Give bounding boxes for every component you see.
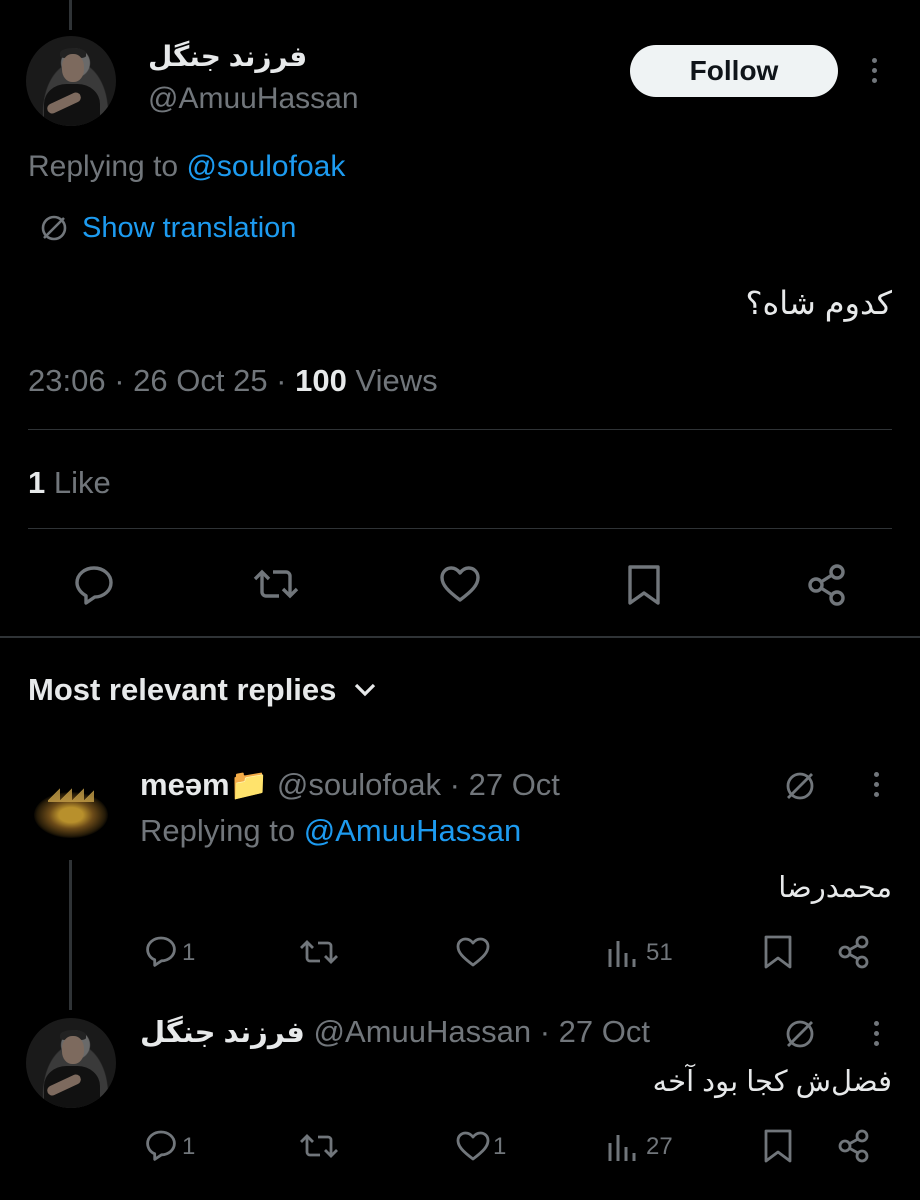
more-icon[interactable]	[874, 772, 882, 802]
author-avatar[interactable]	[26, 36, 116, 126]
reply-text: محمدرضا	[778, 872, 892, 904]
translate-icon	[38, 212, 70, 244]
like-icon[interactable]	[438, 564, 482, 604]
share-icon[interactable]	[804, 562, 850, 608]
reply-text: فضل‌ش کجا بود آخه	[652, 1066, 892, 1098]
replying-prefix: Replying to	[28, 150, 187, 183]
replying-prefix: Replying to	[140, 813, 304, 848]
meta-separator: ·	[267, 363, 296, 398]
replies-sort-label: Most relevant replies	[28, 672, 337, 707]
reply-date[interactable]: 27 Oct	[559, 1014, 650, 1049]
reply-header: meəm📁 @soulofoak · 27 Oct	[140, 766, 560, 803]
retweet-icon[interactable]	[299, 1130, 339, 1162]
follow-button[interactable]: Follow	[630, 45, 838, 97]
show-translation-button[interactable]: Show translation	[38, 211, 296, 245]
views-icon[interactable]	[606, 937, 638, 969]
replying-to-line: Replying to @soulofoak	[28, 150, 345, 184]
tweet-text: کدوم شاه؟	[745, 285, 893, 321]
reply-count: 1	[182, 939, 196, 966]
tweet-meta: 23:06 · 26 Oct 25 · 100 Views	[28, 363, 438, 399]
share-icon[interactable]	[836, 934, 872, 970]
translate-icon[interactable]	[782, 768, 818, 804]
reply-avatar[interactable]	[26, 1018, 116, 1108]
reply-date[interactable]: 27 Oct	[469, 767, 560, 802]
more-icon[interactable]	[874, 1021, 882, 1051]
like-icon[interactable]	[455, 936, 491, 968]
more-icon[interactable]	[872, 58, 880, 88]
meta-separator: ·	[531, 1014, 559, 1049]
bookmark-icon[interactable]	[763, 1128, 793, 1164]
meta-separator: ·	[441, 767, 469, 802]
tweet-time[interactable]: 23:06	[28, 363, 106, 398]
reply-header: فرزند جنگل @AmuuHassan · 27 Oct	[140, 1014, 650, 1050]
views-count: 27	[646, 1133, 673, 1160]
thread-line-reply	[69, 860, 72, 1010]
retweet-icon[interactable]	[299, 936, 339, 968]
divider	[28, 528, 892, 529]
thread-line-top	[69, 0, 72, 30]
folder-emoji-icon: 📁	[229, 767, 269, 802]
reply-icon[interactable]	[72, 562, 116, 606]
likes-label: Like	[45, 465, 111, 500]
like-count: 1	[493, 1133, 507, 1160]
divider	[28, 429, 892, 430]
share-icon[interactable]	[836, 1128, 872, 1164]
reply-count: 1	[182, 1133, 196, 1160]
reply-replying-to: Replying to @AmuuHassan	[140, 813, 521, 849]
show-translation-label: Show translation	[82, 211, 297, 244]
views-count: 100	[295, 363, 347, 398]
likes-count: 1	[28, 465, 46, 500]
translate-icon[interactable]	[782, 1016, 818, 1052]
replying-to-link[interactable]: @soulofoak	[186, 150, 345, 183]
likes-summary[interactable]: 1 Like	[28, 465, 111, 501]
reply-avatar[interactable]	[26, 770, 116, 860]
replies-sort-dropdown[interactable]: Most relevant replies	[28, 672, 378, 708]
chevron-down-icon	[352, 680, 378, 700]
reply-handle[interactable]: @soulofoak	[277, 767, 441, 802]
views-label: Views	[346, 363, 438, 398]
author-handle[interactable]: @AmuuHassan	[148, 82, 359, 116]
views-count: 51	[646, 939, 673, 966]
retweet-icon[interactable]	[252, 564, 300, 604]
replying-to-link[interactable]: @AmuuHassan	[304, 813, 522, 848]
author-display-name[interactable]: فرزند جنگل	[148, 40, 348, 73]
tweet-date[interactable]: 26 Oct 25	[133, 363, 267, 398]
section-divider	[0, 636, 920, 638]
reply-display-name[interactable]: meəm	[140, 767, 230, 802]
views-icon[interactable]	[606, 1131, 638, 1163]
reply-icon[interactable]	[144, 1128, 178, 1162]
bookmark-icon[interactable]	[763, 934, 793, 970]
reply-display-name[interactable]: فرزند جنگل	[140, 1017, 305, 1049]
like-icon[interactable]	[455, 1130, 491, 1162]
bookmark-icon[interactable]	[626, 563, 662, 607]
meta-separator: ·	[105, 363, 134, 398]
reply-handle[interactable]: @AmuuHassan	[314, 1014, 532, 1049]
reply-icon[interactable]	[144, 934, 178, 968]
